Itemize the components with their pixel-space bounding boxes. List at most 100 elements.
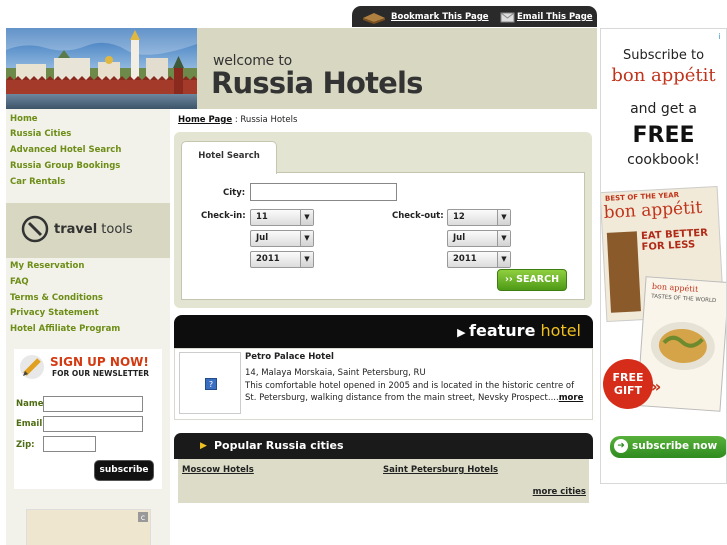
chevron-down-icon: ▼ [497,210,510,225]
nav-russia-cities[interactable]: Russia Cities [10,129,71,139]
magazine-headline: EAT BETTER FOR LESS [640,227,709,254]
search-button-label: SEARCH [516,274,560,285]
pencil-icon [20,355,44,379]
feature-hotel-title: ▶ feature hotel [457,321,581,340]
hotel-description-block: This comfortable hotel opened in 2005 an… [245,380,585,404]
ad-subscribe-label: subscribe now [632,440,718,452]
city-input[interactable] [250,183,397,201]
ad-line3: cookbook! [627,152,700,168]
travel-tools-banner: travel tools [6,203,170,258]
popular-cities-title: Popular Russia cities [214,439,344,452]
ad-brand: bon appétit [611,65,716,86]
checkin-month-value: Jul [256,233,269,243]
site-title: Russia Hotels [211,66,423,100]
hotel-search-panel: Hotel Search City: Check-in: 11 ▼ Jul ▼ 20… [174,132,592,308]
checkout-month-value: Jul [453,233,466,243]
breadcrumb-home[interactable]: Home Page [178,115,232,125]
tab-hotel-search[interactable]: Hotel Search [181,141,277,174]
bookmark-link[interactable]: Bookmark This Page [391,12,489,22]
popular-cities-list: Moscow Hotels Saint Petersburg Hotels mo… [178,459,589,503]
email-label: Email: [16,419,46,429]
feature-title-highlight: hotel [535,321,582,340]
left-sidebar: Home Russia Cities Advanced Hotel Search… [6,109,170,545]
subscribe-button[interactable]: subscribe [94,460,154,481]
more-cities-link[interactable]: more cities [533,487,586,497]
checkin-day-value: 11 [256,212,268,222]
bon-appetit-ad[interactable]: i Subscribe to bon appétit and get a FRE… [600,28,727,484]
play-arrow-icon: ▶ [200,441,207,451]
checkout-month-select[interactable]: Jul ▼ [447,230,511,247]
compass-icon [21,215,49,243]
email-input[interactable] [43,416,143,432]
popular-cities-header: ▶ Popular Russia cities [174,433,593,459]
zip-label: Zip: [16,440,35,450]
checkin-month-select[interactable]: Jul ▼ [250,230,314,247]
nav-affiliate[interactable]: Hotel Affiliate Program [10,324,120,334]
chevron-down-icon: ▼ [300,210,313,225]
nav-privacy[interactable]: Privacy Statement [10,308,99,318]
missing-image-icon: ? [205,378,217,390]
zip-input[interactable] [43,436,96,452]
nav-car-rentals[interactable]: Car Rentals [10,177,65,187]
checkin-year-value: 2011 [256,254,280,264]
book-icon [363,13,385,24]
food-bowl-image [650,321,715,371]
checkout-label: Check-out: [392,211,444,221]
nav-group-bookings[interactable]: Russia Group Bookings [10,161,120,171]
nav-terms[interactable]: Terms & Conditions [10,293,103,303]
newsletter-signup: SIGN UP NOW! FOR OUR NEWSLETTER Name: Em… [14,349,162,489]
breadcrumb-current: Russia Hotels [240,115,298,125]
ad-free: FREE [632,123,695,148]
hotel-image[interactable]: ? [179,352,241,414]
arrow-right-icon: ➜ [614,439,628,453]
checkout-year-select[interactable]: 2011 ▼ [447,251,511,268]
small-ad[interactable]: c [26,509,151,545]
chevron-right-icon: » [651,377,662,396]
email-link[interactable]: Email This Page [517,12,593,22]
magazine2-brand: bon appétit [651,281,699,294]
chevron-down-icon: ▼ [497,252,510,267]
feature-hotel-card: ? Petro Palace Hotel 14, Malaya Morskaia… [174,348,593,420]
checkin-year-select[interactable]: 2011 ▼ [250,251,314,268]
ad-info-icon[interactable]: i [715,31,724,40]
nav-advanced-hotel-search[interactable]: Advanced Hotel Search [10,145,121,155]
nav-faq[interactable]: FAQ [10,277,29,287]
name-input[interactable] [43,396,143,412]
city-label: City: [223,188,246,198]
signup-title: SIGN UP NOW! [50,355,149,369]
site-header: welcome to Russia Hotels [6,28,597,109]
ad-line2: and get a [630,101,697,117]
travel-tools-bold: travel [54,222,98,237]
hotel-more-link[interactable]: more [559,393,584,403]
checkout-day-value: 12 [453,212,465,222]
ad-subscribe-button[interactable]: ➜ subscribe now [610,436,726,458]
nav-my-reservation[interactable]: My Reservation [10,261,84,271]
magazine-brand: bon appétit [603,197,703,223]
chevron-down-icon: ▼ [300,252,313,267]
free-gift-badge: FREE GIFT [603,359,653,409]
hotel-address: 14, Malaya Morskaia, Saint Petersburg, R… [245,368,426,378]
breadcrumb: Home Page : Russia Hotels [178,115,297,125]
ad-info-icon[interactable]: c [138,512,148,522]
search-button[interactable]: ›› SEARCH [497,269,567,291]
city-link-saint-petersburg[interactable]: Saint Petersburg Hotels [383,465,498,475]
travel-tools-rest: tools [97,222,133,237]
chevron-down-icon: ▼ [300,231,313,246]
nav-home[interactable]: Home [10,114,38,124]
magazine2-title: TASTES OF THE WORLD [651,293,717,305]
feature-title-bold: feature [469,321,536,340]
checkout-year-value: 2011 [453,254,477,264]
city-link-moscow[interactable]: Moscow Hotels [182,465,254,475]
hotel-name[interactable]: Petro Palace Hotel [245,352,334,362]
checkin-day-select[interactable]: 11 ▼ [250,209,314,226]
feature-hotel-header: ▶ feature hotel [174,315,593,348]
kremlin-photo [6,28,197,109]
svg-text:i: i [718,32,720,40]
double-arrow-icon: ›› [504,274,517,285]
chevron-down-icon: ▼ [497,231,510,246]
checkout-day-select[interactable]: 12 ▼ [447,209,511,226]
email-icon [500,12,515,23]
play-arrow-icon: ▶ [457,326,470,339]
food-photo [606,231,641,313]
svg-text:c: c [141,513,145,522]
